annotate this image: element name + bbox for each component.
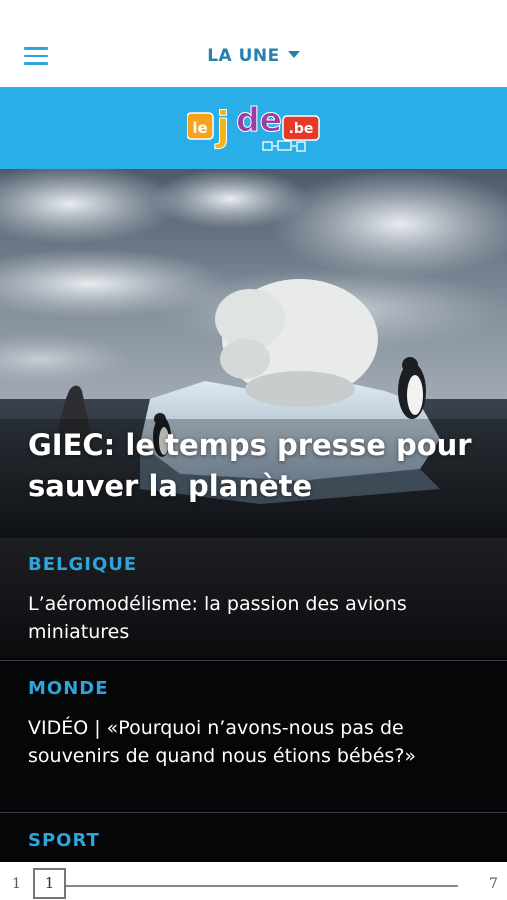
svg-text:j: j xyxy=(214,104,230,150)
hero-article[interactable]: GIEC: le temps presse pour sauver la pla… xyxy=(0,169,507,538)
page-slider: 1 1 7 xyxy=(0,862,507,900)
list-item[interactable]: SPORT xyxy=(0,813,507,862)
article-category[interactable]: SPORT xyxy=(28,830,100,851)
article-headline[interactable]: VIDÉO | «Pourquoi n’avons-nous pas de so… xyxy=(28,714,483,770)
slider-thumb[interactable]: 1 xyxy=(33,868,66,899)
svg-text:.be: .be xyxy=(289,121,314,137)
first-page-number: 1 xyxy=(12,876,21,892)
article-category[interactable]: MONDE xyxy=(28,678,109,699)
section-selector[interactable]: LA UNE xyxy=(0,46,507,66)
last-page-number: 7 xyxy=(489,876,498,892)
section-label: LA UNE xyxy=(207,46,280,66)
list-item[interactable]: MONDE VIDÉO | «Pourquoi n’avons-nous pas… xyxy=(0,661,507,812)
top-bar: LA UNE xyxy=(0,0,507,87)
article-category[interactable]: BELGIQUE xyxy=(28,554,137,575)
caret-down-icon xyxy=(287,51,300,58)
article-headline[interactable]: L’aéromodélisme: la passion des avions m… xyxy=(28,590,483,646)
brand-banner: le j de .be xyxy=(0,87,507,169)
slider-track[interactable] xyxy=(58,885,458,887)
list-item[interactable]: BELGIQUE L’aéromodélisme: la passion des… xyxy=(0,538,507,660)
news-list: BELGIQUE L’aéromodélisme: la passion des… xyxy=(0,538,507,862)
devices-icon xyxy=(262,140,306,152)
hero-headline[interactable]: GIEC: le temps presse pour sauver la pla… xyxy=(28,425,488,507)
svg-text:le: le xyxy=(192,119,207,137)
svg-text:de: de xyxy=(236,100,282,139)
jde-logo[interactable]: le j de .be xyxy=(187,100,321,155)
